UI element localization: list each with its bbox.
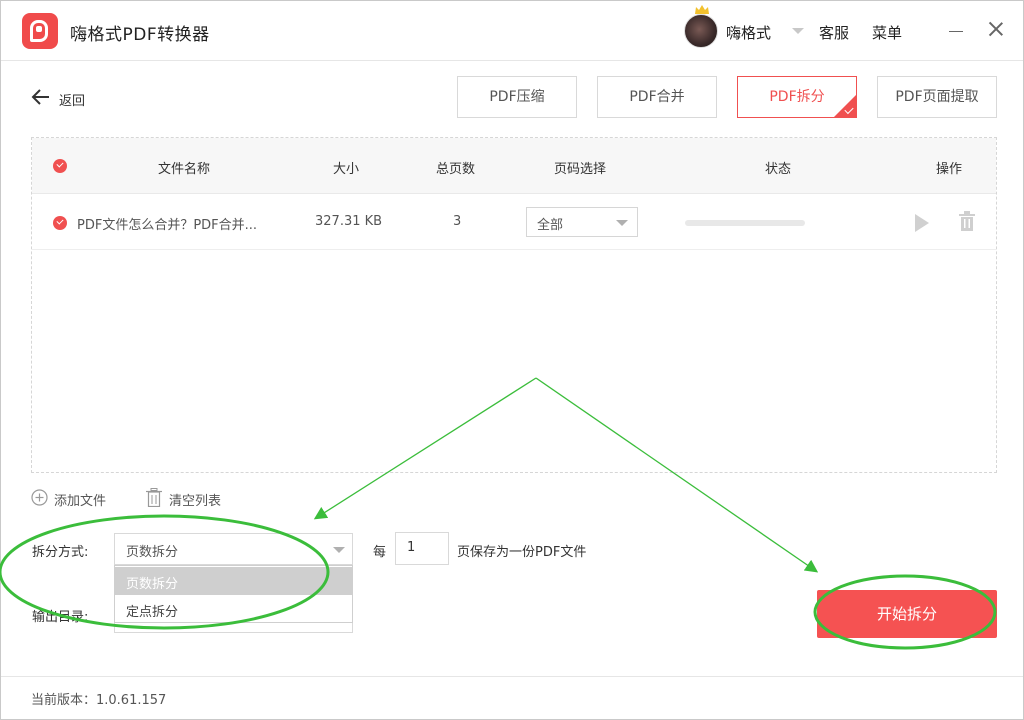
version-label: 当前版本：1.0.61.157 <box>31 693 167 708</box>
tab-pdf-merge[interactable]: PDF合并 <box>597 76 717 118</box>
tab-pdf-split-label: PDF拆分 <box>769 89 825 105</box>
menu-link[interactable]: 菜单 <box>872 22 902 43</box>
table-row: PDF文件怎么合并？PDF合并... 327.31 KB 3 全部 <box>32 195 996 250</box>
column-header-size: 大小 <box>333 162 360 177</box>
back-label: 返回 <box>59 94 86 109</box>
trash-icon <box>146 488 162 507</box>
tab-pdf-split[interactable]: PDF拆分 <box>737 76 857 118</box>
add-file-label: 添加文件 <box>54 494 107 509</box>
plus-circle-icon <box>31 489 48 506</box>
chevron-down-icon <box>333 547 345 553</box>
every-label: 每 <box>373 545 387 560</box>
select-all-checkbox[interactable] <box>53 159 67 173</box>
split-mode-label: 拆分方式: <box>32 545 89 560</box>
play-icon[interactable] <box>915 214 929 232</box>
file-name: PDF文件怎么合并？PDF合并... <box>77 218 258 233</box>
table-header: 文件名称 大小 总页数 页码选择 状态 操作 <box>32 138 996 194</box>
tab-pdf-page-extract[interactable]: PDF页面提取 <box>877 76 997 118</box>
tab-pdf-compress[interactable]: PDF压缩 <box>457 76 577 118</box>
split-mode-value: 页数拆分 <box>126 545 179 560</box>
selected-corner <box>834 95 856 117</box>
row-checkbox[interactable] <box>53 216 67 230</box>
page-range-value: 全部 <box>537 218 564 233</box>
option-label: 页数拆分 <box>126 577 179 592</box>
crown-icon <box>695 5 709 14</box>
dropdown-option-fixed-split[interactable]: 定点拆分 <box>115 595 352 623</box>
split-mode-dropdown: 页数拆分 定点拆分 <box>114 565 353 623</box>
column-header-status: 状态 <box>765 162 792 177</box>
file-pages: 3 <box>453 214 462 229</box>
minimize-icon[interactable] <box>949 31 963 32</box>
file-size: 327.31 KB <box>315 214 383 229</box>
file-table: 文件名称 大小 总页数 页码选择 状态 操作 PDF文件怎么合并？PDF合并..… <box>31 137 997 473</box>
app-window: 嗨格式PDF转换器 嗨格式 客服 菜单 返回 PDF压缩 PDF合并 PDF拆分… <box>0 0 1024 720</box>
status-progress-bar <box>685 220 805 226</box>
page-range-select[interactable]: 全部 <box>526 207 638 237</box>
app-title: 嗨格式PDF转换器 <box>70 25 210 45</box>
customer-service-link[interactable]: 客服 <box>819 22 849 43</box>
start-split-button[interactable]: 开始拆分 <box>817 590 997 638</box>
every-suffix-label: 页保存为一份PDF文件 <box>457 545 587 560</box>
arrow-left-icon <box>31 89 49 105</box>
footer: 当前版本：1.0.61.157 <box>1 676 1023 719</box>
title-bar: 嗨格式PDF转换器 嗨格式 客服 菜单 <box>1 1 1023 61</box>
clear-list-label: 清空列表 <box>169 494 222 509</box>
column-header-page-select: 页码选择 <box>554 162 607 177</box>
trash-icon[interactable] <box>958 211 976 231</box>
pages-per-file-value: 1 <box>407 540 416 555</box>
column-header-action: 操作 <box>936 162 963 177</box>
chevron-down-icon[interactable] <box>792 28 804 34</box>
option-label: 定点拆分 <box>126 605 179 620</box>
pages-per-file-input[interactable]: 1 <box>395 532 449 565</box>
column-header-pages: 总页数 <box>436 162 476 177</box>
split-mode-select[interactable]: 页数拆分 <box>114 533 353 565</box>
chevron-down-icon <box>616 220 628 226</box>
avatar[interactable] <box>684 14 718 48</box>
username[interactable]: 嗨格式 <box>726 22 771 43</box>
column-header-name: 文件名称 <box>158 162 211 177</box>
dropdown-option-page-split[interactable]: 页数拆分 <box>115 567 352 595</box>
close-icon[interactable] <box>986 19 1006 39</box>
output-dir-label: 输出目录: <box>32 610 89 625</box>
app-logo-icon <box>22 13 58 49</box>
